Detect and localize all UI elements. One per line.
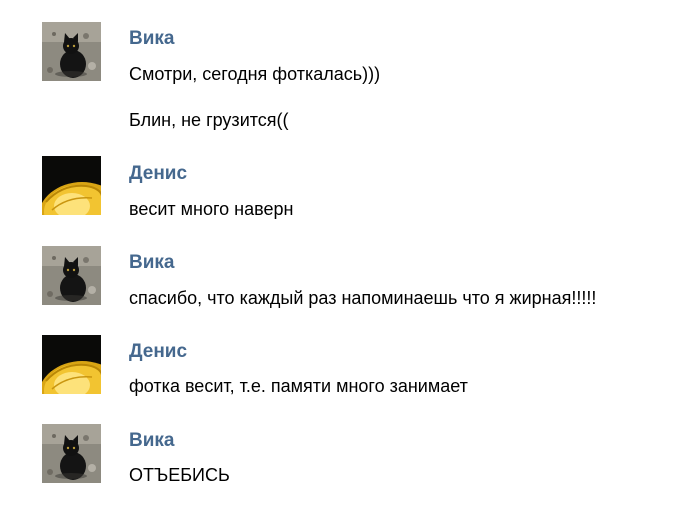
author-name[interactable]: Денис xyxy=(129,341,187,363)
message-text: весит много наверн xyxy=(129,199,294,219)
message-text: ОТЪЕБИСЬ xyxy=(129,465,230,485)
yellow-helmet-avatar-icon xyxy=(42,335,101,394)
avatar[interactable] xyxy=(42,335,101,394)
avatar[interactable] xyxy=(42,156,101,215)
message-text: фотка весит, т.е. памяти много занимает xyxy=(129,376,468,396)
avatar[interactable] xyxy=(42,424,101,483)
message-text: спасибо, что каждый раз напоминаешь что … xyxy=(129,288,597,308)
message-text: Блин, не грузится(( xyxy=(129,110,289,130)
avatar[interactable] xyxy=(42,22,101,81)
yellow-helmet-avatar-icon xyxy=(42,156,101,215)
author-name[interactable]: Вика xyxy=(129,28,174,50)
black-cat-on-gravel-avatar-icon xyxy=(42,22,101,81)
author-name[interactable]: Вика xyxy=(129,430,174,452)
black-cat-on-gravel-avatar-icon xyxy=(42,424,101,483)
author-name[interactable]: Вика xyxy=(129,252,174,274)
black-cat-on-gravel-avatar-icon xyxy=(42,246,101,305)
author-name[interactable]: Денис xyxy=(129,163,187,185)
chat-dialog: Вика Смотри, сегодня фоткалась))) Блин, … xyxy=(0,0,700,521)
avatar[interactable] xyxy=(42,246,101,305)
message-text: Смотри, сегодня фоткалась))) xyxy=(129,64,381,84)
